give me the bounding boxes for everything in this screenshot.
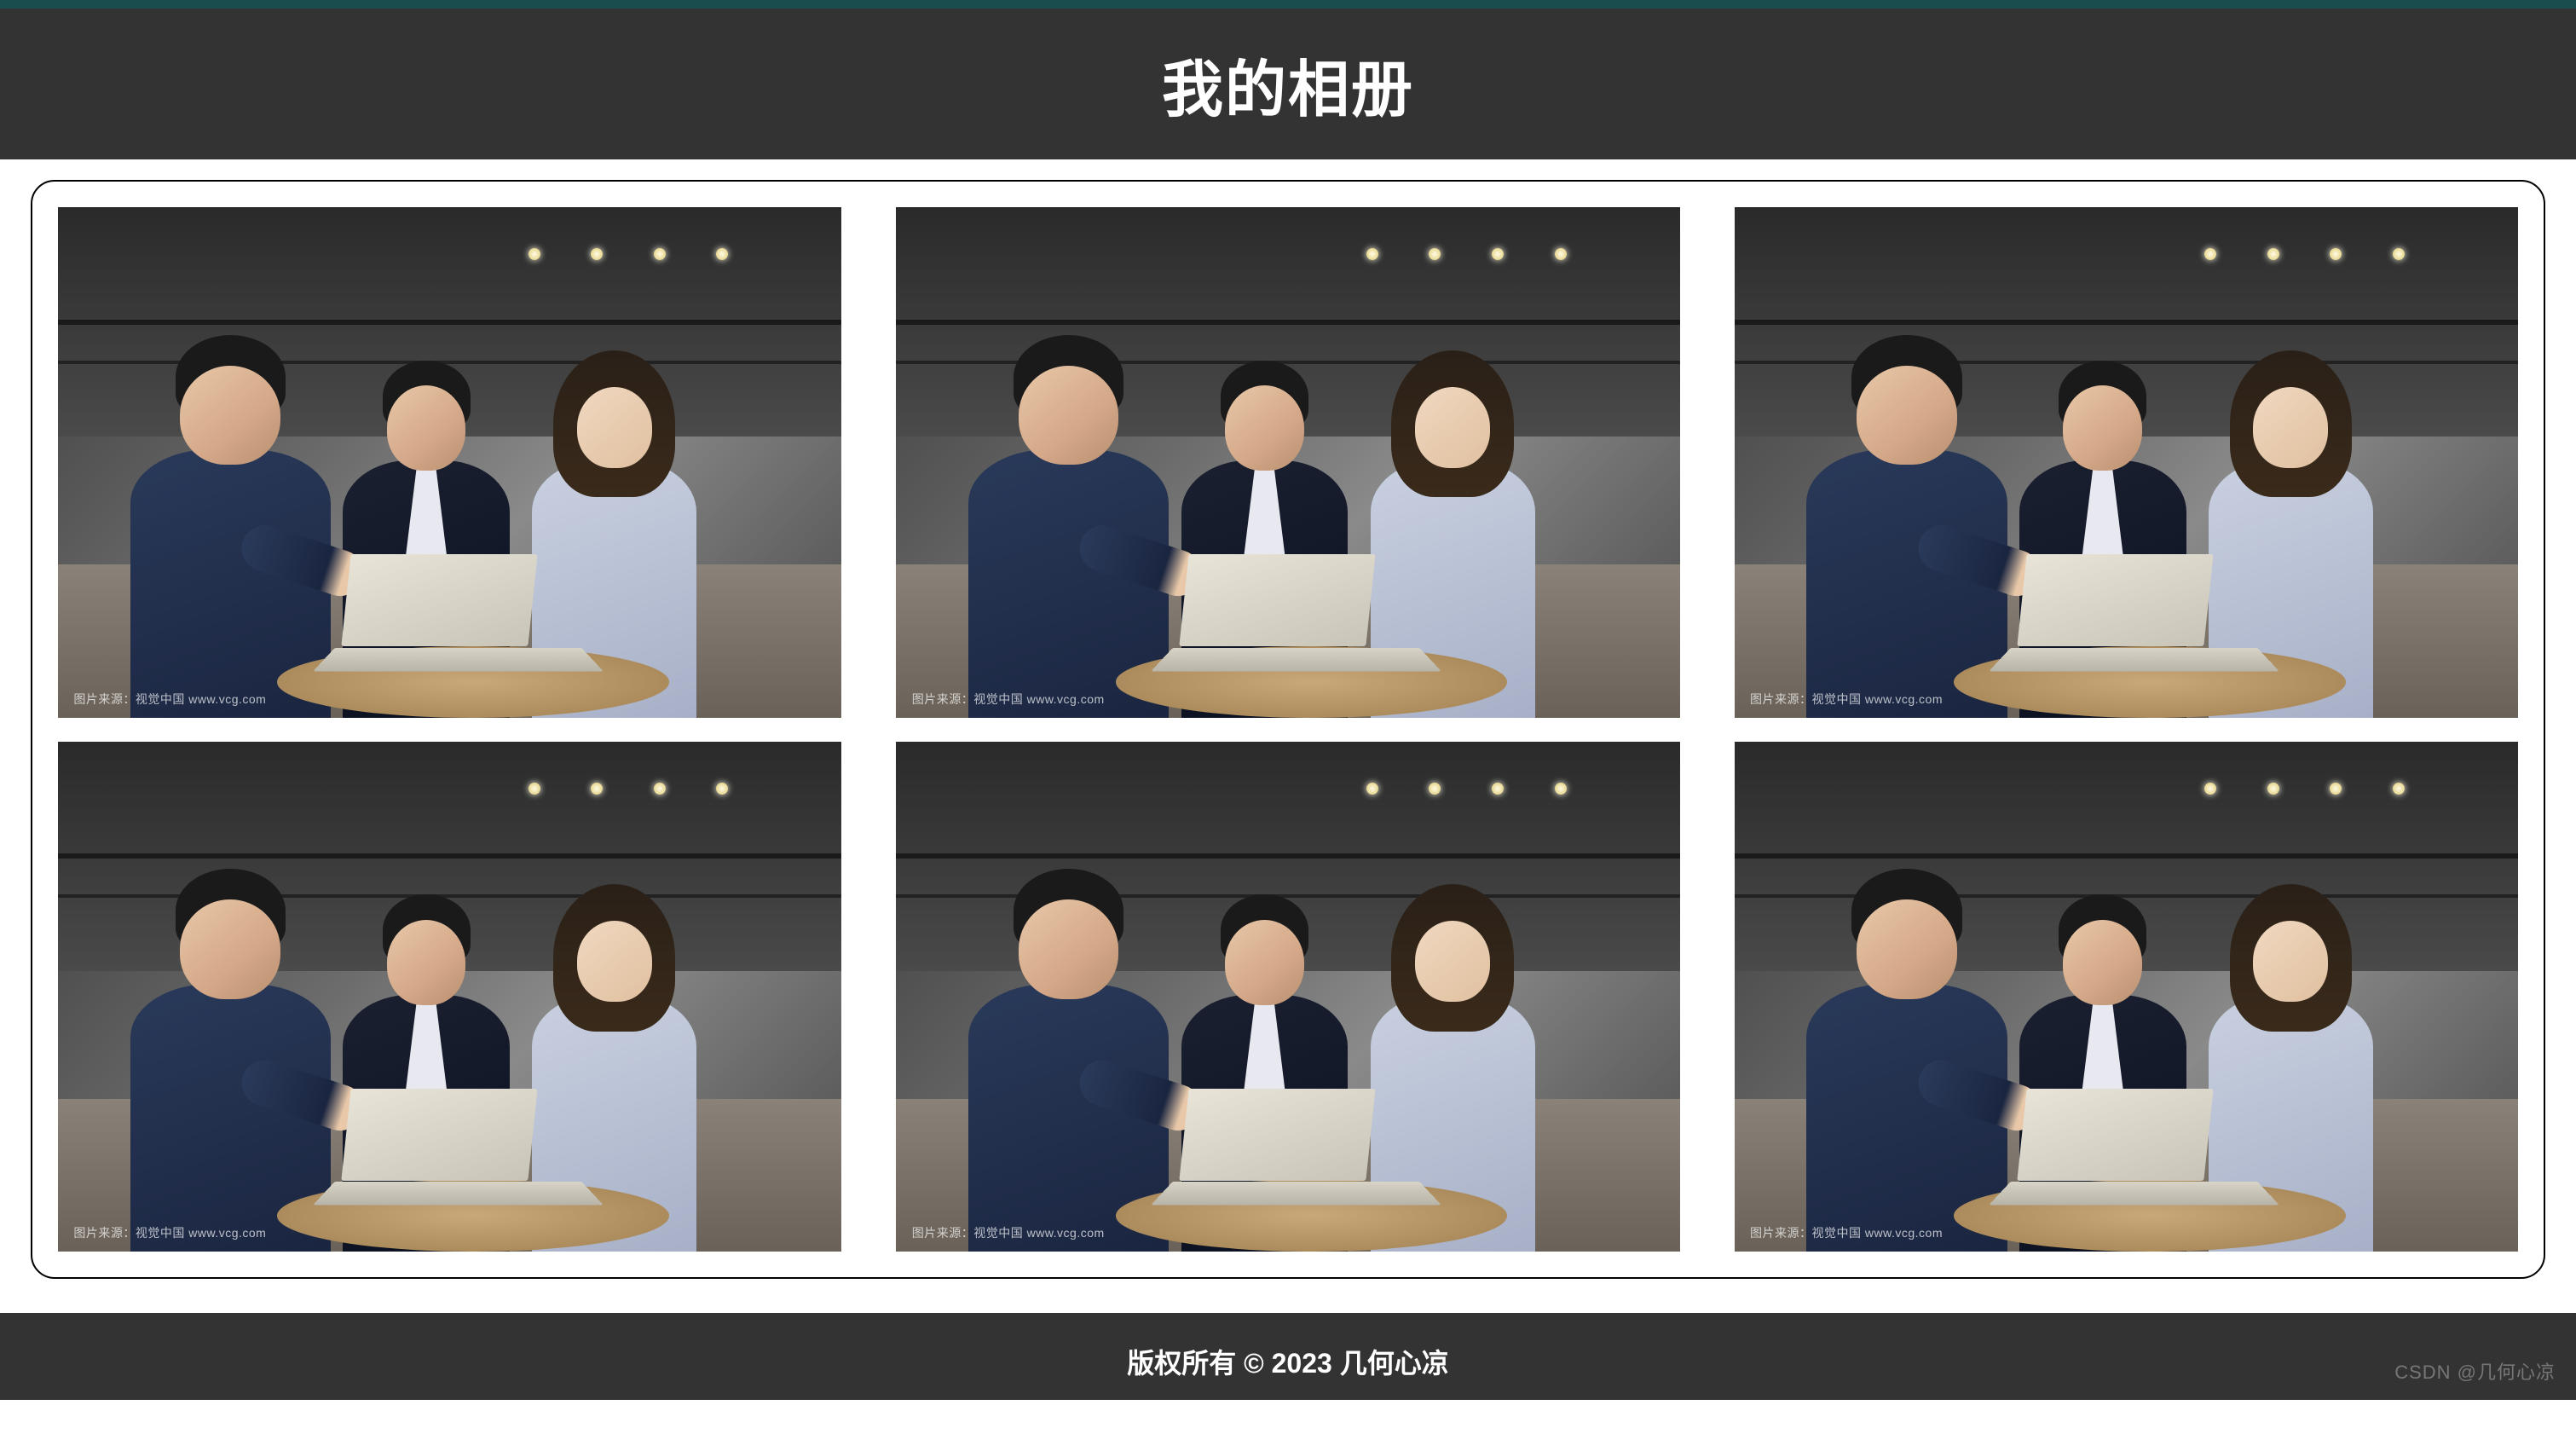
photo-placeholder-scene	[58, 742, 841, 1252]
csdn-watermark: CSDN @几何心凉	[2394, 1357, 2556, 1385]
photo-gallery: 图片来源：视觉中国 www.vcg.com	[31, 180, 2545, 1279]
photo-item[interactable]: 图片来源：视觉中国 www.vcg.com	[1735, 742, 2518, 1252]
gallery-wrapper: 图片来源：视觉中国 www.vcg.com	[0, 159, 2576, 1279]
image-source-watermark: 图片来源：视觉中国 www.vcg.com	[73, 691, 266, 708]
photo-item[interactable]: 图片来源：视觉中国 www.vcg.com	[1735, 207, 2518, 718]
photo-item[interactable]: 图片来源：视觉中国 www.vcg.com	[896, 742, 1679, 1252]
photo-placeholder-scene	[896, 207, 1679, 718]
photo-item[interactable]: 图片来源：视觉中国 www.vcg.com	[58, 207, 841, 718]
image-source-watermark: 图片来源：视觉中国 www.vcg.com	[912, 691, 1105, 708]
photo-placeholder-scene	[896, 742, 1679, 1252]
photo-item[interactable]: 图片来源：视觉中国 www.vcg.com	[58, 742, 841, 1252]
image-source-watermark: 图片来源：视觉中国 www.vcg.com	[912, 1224, 1105, 1241]
page-title: 我的相册	[0, 39, 2576, 129]
footer-gap	[0, 1279, 2576, 1313]
photo-placeholder-scene	[58, 207, 841, 718]
page-footer: 版权所有 © 2023 几何心凉 CSDN @几何心凉	[0, 1323, 2576, 1400]
copyright-text: 版权所有 © 2023 几何心凉	[1127, 1348, 1448, 1379]
image-source-watermark: 图片来源：视觉中国 www.vcg.com	[73, 1224, 266, 1241]
photo-placeholder-scene	[1735, 742, 2518, 1252]
photo-item[interactable]: 图片来源：视觉中国 www.vcg.com	[896, 207, 1679, 718]
footer-divider	[0, 1313, 2576, 1323]
image-source-watermark: 图片来源：视觉中国 www.vcg.com	[1750, 691, 1943, 708]
page-header: 我的相册	[0, 9, 2576, 159]
top-accent-bar	[0, 0, 2576, 9]
image-source-watermark: 图片来源：视觉中国 www.vcg.com	[1750, 1224, 1943, 1241]
photo-placeholder-scene	[1735, 207, 2518, 718]
